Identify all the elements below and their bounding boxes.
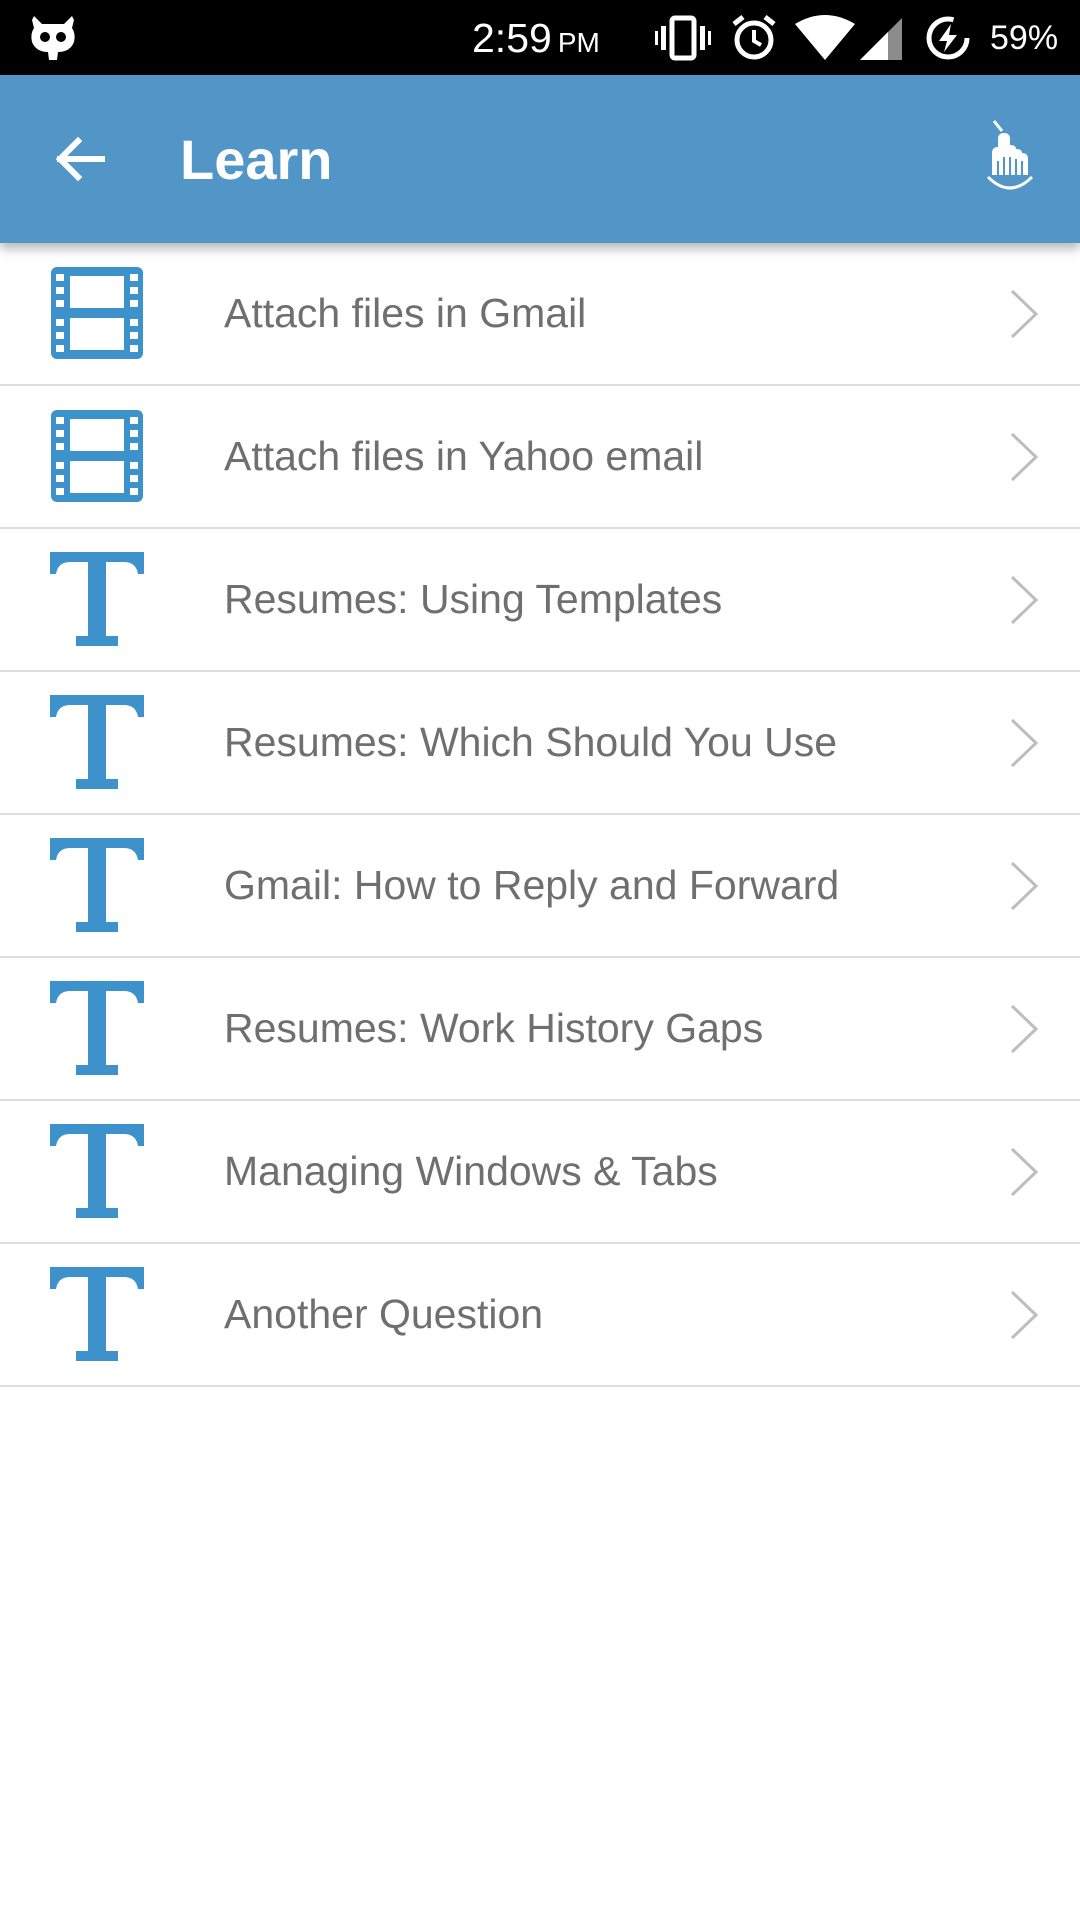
chevron-right-icon	[1010, 289, 1039, 339]
battery-percent: 59%	[990, 19, 1059, 57]
list-item-label: Another Question	[224, 1291, 544, 1337]
wifi-icon	[795, 15, 855, 60]
list-item-label: Attach files in Yahoo email	[224, 433, 704, 479]
film-strip-icon	[51, 267, 143, 359]
chevron-right-icon	[1010, 861, 1039, 911]
list-item-label: Resumes: Work History Gaps	[224, 1005, 764, 1051]
list-item[interactable]: Resumes: Work History Gaps	[0, 958, 1080, 1101]
list-item[interactable]: Resumes: Using Templates	[0, 529, 1080, 672]
text-document-icon	[50, 1124, 144, 1218]
chevron-right-icon	[1010, 575, 1039, 625]
text-document-icon	[50, 1267, 144, 1361]
help-pointer-button[interactable]	[970, 117, 1050, 197]
page-title: Learn	[180, 128, 333, 191]
list-item[interactable]: Resumes: Which Should You Use	[0, 672, 1080, 815]
list-item[interactable]: Attach files in Yahoo email	[0, 386, 1080, 529]
lesson-list: Attach files in Gmail Attach files in Ya…	[0, 243, 1080, 1387]
status-time: 2:59 PM	[472, 15, 600, 61]
battery-charging-icon	[926, 16, 970, 60]
list-item-label: Resumes: Using Templates	[224, 576, 723, 622]
text-document-icon	[50, 552, 144, 646]
list-item-label: Gmail: How to Reply and Forward	[224, 862, 840, 908]
list-item[interactable]: Attach files in Gmail	[0, 243, 1080, 386]
arrow-left-icon	[55, 136, 105, 182]
alarm-icon	[732, 15, 776, 60]
chevron-right-icon	[1010, 432, 1039, 482]
list-item[interactable]: Managing Windows & Tabs	[0, 1101, 1080, 1244]
chevron-right-icon	[1010, 1290, 1039, 1340]
chevron-right-icon	[1010, 718, 1039, 768]
text-document-icon	[50, 838, 144, 932]
list-item[interactable]: Gmail: How to Reply and Forward	[0, 815, 1080, 958]
chevron-right-icon	[1010, 1147, 1039, 1197]
list-item[interactable]: Another Question	[0, 1244, 1080, 1387]
list-item-label: Resumes: Which Should You Use	[224, 719, 838, 765]
cell-signal-icon	[860, 18, 902, 60]
list-item-label: Attach files in Gmail	[224, 290, 587, 336]
status-bar: 2:59 PM 59%	[0, 0, 1080, 75]
text-document-icon	[50, 981, 144, 1075]
film-strip-icon	[51, 410, 143, 502]
hand-pointer-icon	[986, 120, 1034, 190]
list-item-label: Managing Windows & Tabs	[224, 1148, 718, 1194]
chevron-right-icon	[1010, 1004, 1039, 1054]
text-document-icon	[50, 695, 144, 789]
app-bar: Learn	[0, 75, 1080, 243]
back-button[interactable]	[40, 119, 120, 199]
vibrate-icon	[655, 15, 711, 61]
cyanogen-mascot-icon	[31, 16, 75, 60]
